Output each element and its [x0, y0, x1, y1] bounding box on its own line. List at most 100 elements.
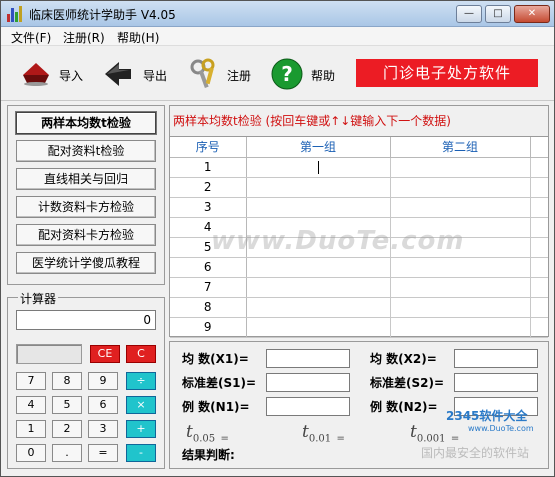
table-row: 7 — [170, 277, 548, 298]
mean1-label: 均 数(X1)= — [182, 352, 249, 366]
spacer-cell — [530, 257, 548, 278]
watermark-url: www.DuoTe.com — [468, 424, 534, 433]
register-button[interactable]: 注册 — [187, 57, 257, 91]
sd2-label: 标准差(S2)= — [370, 376, 445, 390]
menu-bar: 文件(F) 注册(R) 帮助(H) — [1, 27, 554, 46]
mean1-field[interactable] — [266, 349, 350, 368]
menu-register[interactable]: 注册(R) — [63, 29, 105, 46]
row-index: 8 — [170, 297, 247, 318]
export-button[interactable]: 导出 — [101, 57, 171, 91]
menu-help[interactable]: 帮助(H) — [117, 29, 159, 46]
group1-cell[interactable] — [246, 257, 391, 278]
menu-file[interactable]: 文件(F) — [11, 29, 51, 46]
verdict-label: 结果判断: — [182, 448, 235, 462]
group1-cell[interactable] — [246, 157, 391, 178]
help-label: 帮助 — [311, 69, 336, 83]
import-icon — [23, 63, 49, 86]
t-critical-001-label: t0.01 = — [302, 422, 345, 445]
group2-cell[interactable] — [390, 177, 531, 198]
calc-key-equals[interactable]: = — [88, 444, 118, 462]
test-selector-panel: 两样本均数t检验 配对资料t检验 直线相关与回归 计数资料卡方检验 配对资料卡方… — [7, 105, 165, 285]
data-entry-heading: 两样本均数t检验 (按回车键或↑↓键输入下一个数据) — [173, 114, 451, 128]
calc-key-0[interactable]: 0 — [16, 444, 46, 462]
group1-cell[interactable] — [246, 297, 391, 318]
calc-key-4[interactable]: 4 — [16, 396, 46, 414]
calculator-panel: 计算器 0 CE C 7 8 9 ÷ 4 5 6 × 1 2 3 + 0 . =… — [7, 290, 165, 469]
keys-icon — [190, 58, 215, 89]
calculator-display[interactable]: 0 — [16, 310, 156, 330]
group2-cell[interactable] — [390, 157, 531, 178]
group1-cell[interactable] — [246, 177, 391, 198]
toolbar: 导入 导出 注册 ? 帮助 门诊电子处方软件 — [1, 47, 554, 101]
group2-cell[interactable] — [390, 257, 531, 278]
group1-cell[interactable] — [246, 197, 391, 218]
row-index: 1 — [170, 157, 247, 178]
group2-cell[interactable] — [390, 277, 531, 298]
calc-key-1[interactable]: 1 — [16, 420, 46, 438]
title-bar[interactable]: 临床医师统计学助手 V4.05 — □ ✕ — [1, 1, 554, 27]
n1-label: 例 数(N1)= — [182, 400, 250, 414]
minimize-button[interactable]: — — [456, 5, 482, 23]
mean2-label: 均 数(X2)= — [370, 352, 437, 366]
row-index: 6 — [170, 257, 247, 278]
window-title: 临床医师统计学助手 V4.05 — [29, 8, 176, 22]
group2-cell[interactable] — [390, 197, 531, 218]
calc-key-c[interactable]: C — [126, 345, 156, 363]
nav-paired-t-test[interactable]: 配对资料t检验 — [16, 140, 156, 162]
group1-cell[interactable] — [246, 277, 391, 298]
calc-key-plus[interactable]: + — [126, 420, 156, 438]
watermark-slogan: 国内最安全的软件站 — [421, 446, 530, 460]
mean2-field[interactable] — [454, 349, 538, 368]
row-index: 2 — [170, 177, 247, 198]
maximize-button[interactable]: □ — [485, 5, 511, 23]
sd1-field[interactable] — [266, 373, 350, 392]
app-window: 临床医师统计学助手 V4.05 — □ ✕ 文件(F) 注册(R) 帮助(H) … — [0, 0, 555, 477]
row-index: 9 — [170, 317, 247, 338]
text-cursor — [317, 161, 319, 174]
nav-chi-square-test[interactable]: 计数资料卡方检验 — [16, 196, 156, 218]
nav-two-sample-t-test[interactable]: 两样本均数t检验 — [16, 112, 156, 134]
calculator-memory-display — [16, 344, 82, 364]
nav-statistics-tutorial[interactable]: 医学统计学傻瓜教程 — [16, 252, 156, 274]
export-label: 导出 — [143, 69, 168, 83]
calc-key-ce[interactable]: CE — [90, 345, 120, 363]
table-row: 8 — [170, 297, 548, 318]
import-label: 导入 — [59, 69, 84, 83]
svg-text:?: ? — [281, 62, 293, 86]
spacer-cell — [530, 237, 548, 258]
calc-key-9[interactable]: 9 — [88, 372, 118, 390]
help-button[interactable]: ? 帮助 — [271, 57, 341, 91]
calc-key-3[interactable]: 3 — [88, 420, 118, 438]
n1-field[interactable] — [266, 397, 350, 416]
nav-linear-regression[interactable]: 直线相关与回归 — [16, 168, 156, 190]
calc-key-6[interactable]: 6 — [88, 396, 118, 414]
calc-key-minus[interactable]: - — [126, 444, 156, 462]
t-critical-005-label: t0.05 = — [186, 422, 229, 445]
app-chart-icon — [7, 6, 23, 22]
group2-cell[interactable] — [390, 317, 531, 338]
calc-key-7[interactable]: 7 — [16, 372, 46, 390]
calc-key-8[interactable]: 8 — [52, 372, 82, 390]
spacer-cell — [530, 177, 548, 198]
calc-key-5[interactable]: 5 — [52, 396, 82, 414]
column-header-group1: 第一组 — [246, 137, 391, 158]
group1-cell[interactable] — [246, 317, 391, 338]
table-row: 2 — [170, 177, 548, 198]
calc-key-divide[interactable]: ÷ — [126, 372, 156, 390]
import-button[interactable]: 导入 — [19, 57, 89, 91]
calc-key-2[interactable]: 2 — [52, 420, 82, 438]
promo-banner[interactable]: 门诊电子处方软件 — [356, 59, 538, 87]
export-icon — [105, 62, 131, 86]
spacer-cell — [530, 297, 548, 318]
nav-paired-chi-square-test[interactable]: 配对资料卡方检验 — [16, 224, 156, 246]
duote-watermark: www.DuoTe.com — [211, 226, 465, 256]
column-header-group2: 第二组 — [390, 137, 531, 158]
column-header-spacer — [530, 137, 548, 158]
group2-cell[interactable] — [390, 297, 531, 318]
close-button[interactable]: ✕ — [514, 5, 550, 23]
spacer-cell — [530, 157, 548, 178]
calc-key-decimal[interactable]: . — [52, 444, 82, 462]
calc-key-multiply[interactable]: × — [126, 396, 156, 414]
sd2-field[interactable] — [454, 373, 538, 392]
table-row: 3 — [170, 197, 548, 218]
